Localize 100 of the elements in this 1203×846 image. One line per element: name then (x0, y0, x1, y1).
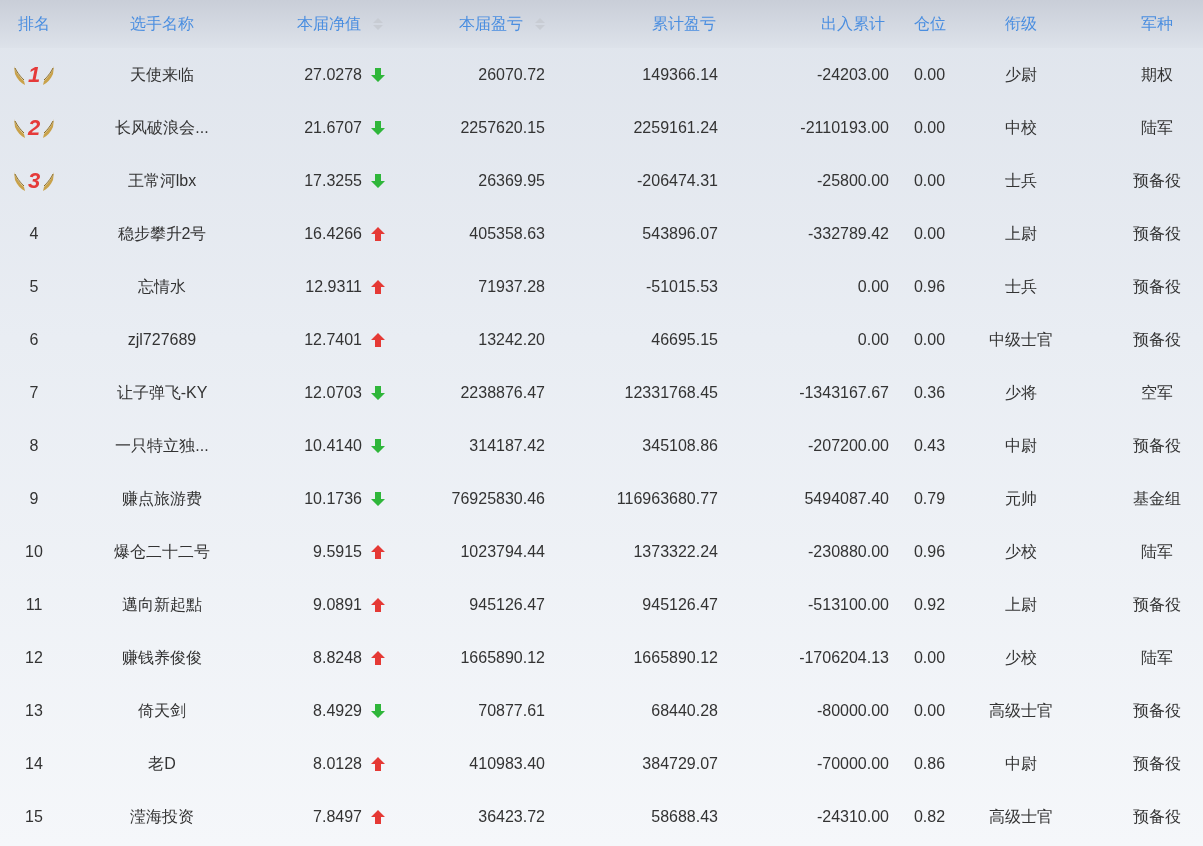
net-value: 12.0703 (304, 382, 362, 403)
rank-title: 少将 (1005, 382, 1037, 403)
net-value: 8.0128 (313, 753, 362, 774)
player-name: 老D (148, 753, 176, 774)
rank-title: 中级士官 (989, 329, 1053, 350)
rank-number: 11 (25, 594, 43, 615)
branch-label: 期权 (1140, 64, 1173, 85)
branch-label: 预备役 (1132, 435, 1181, 456)
cash-flow: 5494087.40 (804, 488, 889, 509)
cash-flow: -1343167.67 (799, 382, 889, 403)
sort-header[interactable]: 本届净值 (297, 12, 383, 36)
branch-label: 陆军 (1140, 647, 1173, 668)
cash-flow: -332789.42 (808, 223, 889, 244)
player-name: zjl727689 (127, 329, 197, 350)
net-value: 17.3255 (304, 170, 362, 191)
player-name: 王常河lbx (127, 170, 197, 191)
rank-title: 上尉 (1005, 594, 1037, 615)
cash-flow: -24203.00 (816, 64, 889, 85)
total-profit: 384729.07 (642, 753, 718, 774)
branch-label: 预备役 (1132, 806, 1181, 827)
rank-number: 15 (25, 806, 43, 827)
rank-number: 3 (27, 169, 41, 192)
branch-label: 基金组 (1132, 488, 1181, 509)
season-profit: 1023794.44 (460, 541, 545, 562)
position-ratio: 0.00 (913, 647, 946, 668)
cash-flow: -25800.00 (816, 170, 889, 191)
position-ratio: 0.86 (913, 753, 946, 774)
branch-label: 预备役 (1132, 170, 1181, 191)
season-profit: 71937.28 (478, 276, 545, 297)
position-ratio: 0.00 (913, 64, 946, 85)
season-profit: 2238876.47 (460, 382, 545, 403)
player-name: 让子弹飞-KY (116, 382, 208, 403)
cash-flow: -1706204.13 (799, 647, 889, 668)
season-profit: 70877.61 (478, 700, 545, 721)
branch-label: 空军 (1140, 382, 1173, 403)
rank-title: 少尉 (1005, 64, 1037, 85)
cash-flow: -70000.00 (816, 753, 889, 774)
total-profit: 68440.28 (651, 700, 718, 721)
player-name: 滢海投资 (130, 806, 194, 827)
rank-number: 10 (25, 541, 43, 562)
column-header: 选手名称 (130, 14, 194, 34)
rank-title: 中校 (1005, 117, 1037, 138)
rank-title: 元帅 (1005, 488, 1037, 509)
net-value: 7.8497 (313, 806, 362, 827)
net-value: 8.8248 (313, 647, 362, 668)
rank-title: 上尉 (1005, 223, 1037, 244)
column-header: 衔级 (1005, 14, 1037, 34)
rank-number: 8 (29, 435, 39, 456)
total-profit: 345108.86 (642, 435, 718, 456)
net-value: 27.0278 (304, 64, 362, 85)
rank-number: 4 (29, 223, 39, 244)
column-header: 出入累计 (821, 14, 885, 34)
rank-number: 7 (29, 382, 39, 403)
position-ratio: 0.00 (913, 700, 946, 721)
rank-title: 士兵 (1005, 276, 1037, 297)
season-profit: 76925830.46 (451, 488, 545, 509)
position-ratio: 0.00 (913, 117, 946, 138)
player-name: 爆仓二十二号 (114, 541, 210, 562)
net-value: 12.9311 (305, 276, 362, 297)
rank-number: 5 (29, 276, 39, 297)
position-ratio: 0.92 (913, 594, 946, 615)
player-name: 赚点旅游费 (122, 488, 202, 509)
rank-number: 6 (29, 329, 39, 350)
rank-number: 14 (25, 753, 43, 774)
cash-flow: 0.00 (857, 276, 889, 297)
total-profit: 1373322.24 (633, 541, 718, 562)
season-profit: 2257620.15 (460, 117, 545, 138)
player-name: 赚钱养俊俊 (122, 647, 202, 668)
total-profit: 945126.47 (642, 594, 718, 615)
season-profit: 1665890.12 (460, 647, 545, 668)
column-header: 排名 (18, 14, 50, 34)
total-profit: 12331768.45 (624, 382, 718, 403)
total-profit: 1665890.12 (633, 647, 718, 668)
net-value: 9.5915 (313, 541, 362, 562)
cash-flow: -80000.00 (816, 700, 889, 721)
rank-title: 士兵 (1005, 170, 1037, 191)
cash-flow: -230880.00 (808, 541, 889, 562)
branch-label: 预备役 (1132, 700, 1181, 721)
branch-label: 预备役 (1132, 276, 1181, 297)
total-profit: -51015.53 (645, 276, 718, 297)
season-profit: 314187.42 (469, 435, 545, 456)
total-profit: 46695.15 (651, 329, 718, 350)
column-header: 累计盈亏 (652, 14, 716, 34)
rank-number: 2 (27, 116, 41, 139)
rank-title: 高级士官 (989, 806, 1053, 827)
rank-number: 9 (29, 488, 39, 509)
total-profit: 2259161.24 (633, 117, 718, 138)
season-profit: 26070.72 (478, 64, 545, 85)
sort-header[interactable]: 本届盈亏 (459, 12, 545, 36)
cash-flow: -24310.00 (816, 806, 889, 827)
total-profit: 543896.07 (642, 223, 718, 244)
player-name: 邁向新起點 (122, 594, 202, 615)
branch-label: 预备役 (1132, 594, 1181, 615)
rank-number: 13 (25, 700, 43, 721)
rank-number: 1 (27, 63, 41, 86)
player-name: 一只特立独... (115, 435, 209, 456)
rank-title: 高级士官 (989, 700, 1053, 721)
season-profit: 410983.40 (469, 753, 545, 774)
rank-number: 12 (25, 647, 43, 668)
net-value: 10.1736 (304, 488, 362, 509)
